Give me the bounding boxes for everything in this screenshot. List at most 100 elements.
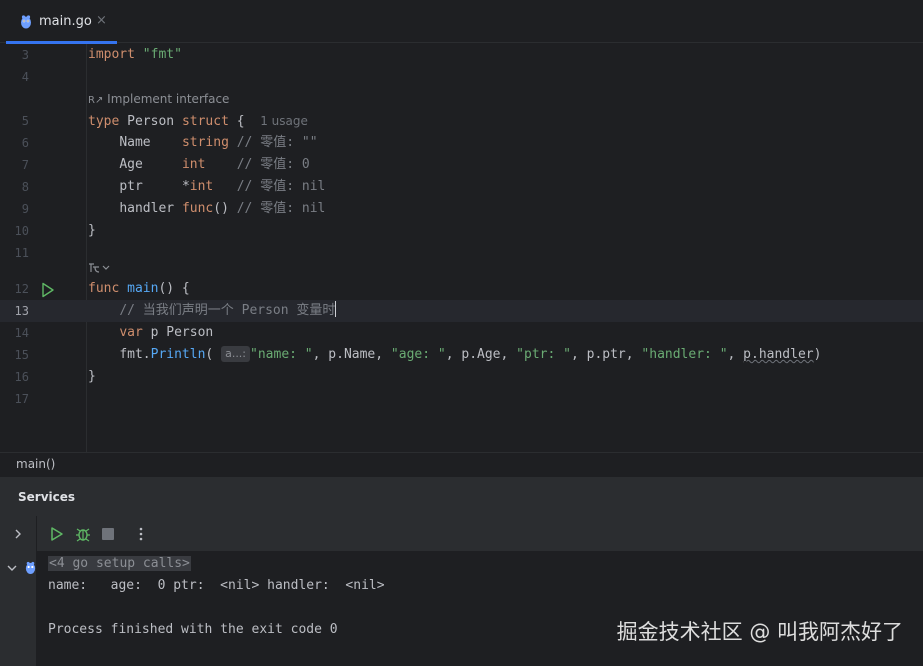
code-comment: // 零值: nil bbox=[236, 201, 326, 216]
code-line-current[interactable]: 13 // 当我们声明一个 Person 变量时 bbox=[0, 300, 923, 322]
code-token: "name: " bbox=[250, 347, 313, 362]
code-token-warning: p.handler bbox=[743, 347, 814, 362]
code-token: string bbox=[181, 135, 229, 150]
line-number: 16 bbox=[14, 370, 29, 384]
code-line[interactable]: 15 fmt.Println( a...: "name: ", p.Name, "… bbox=[0, 344, 923, 366]
usage-hint[interactable]: 1 usage bbox=[260, 114, 308, 128]
breadcrumb: main() bbox=[0, 452, 923, 476]
code-token: type bbox=[88, 114, 120, 129]
watermark: 掘金技术社区 @ 叫我阿杰好了 bbox=[616, 620, 903, 644]
code-line[interactable]: 5 type Person struct { 1 usage bbox=[0, 110, 923, 132]
code-editor[interactable]: 3 import "fmt" 4 R↗ Implement interface … bbox=[0, 44, 923, 452]
more-options-icon[interactable] bbox=[133, 526, 149, 542]
code-token: p Person bbox=[150, 325, 214, 340]
code-line[interactable]: 14 var p Person bbox=[0, 322, 923, 344]
code-token: Age bbox=[119, 157, 143, 172]
code-line[interactable]: 8 ptr *int // 零值: nil bbox=[0, 176, 923, 198]
line-number: 12 bbox=[14, 282, 29, 296]
code-token: Person bbox=[127, 114, 175, 129]
line-number: 9 bbox=[21, 202, 29, 216]
code-line[interactable]: 10 } bbox=[0, 220, 923, 242]
code-token: Name bbox=[119, 135, 151, 150]
code-token: "age: " bbox=[390, 347, 446, 362]
services-tree-strip bbox=[0, 516, 37, 666]
code-token: , p.Age, bbox=[445, 347, 517, 362]
code-token: func bbox=[181, 201, 214, 216]
code-line[interactable]: 17 bbox=[0, 388, 923, 410]
line-number: 4 bbox=[21, 70, 29, 84]
stop-icon[interactable] bbox=[102, 528, 114, 540]
line-number: 6 bbox=[21, 136, 29, 150]
console-line: name: age: 0 ptr: <nil> handler: <nil> bbox=[48, 578, 385, 593]
code-line[interactable]: 6 Name string // 零值: "" bbox=[0, 132, 923, 154]
close-icon[interactable]: × bbox=[96, 13, 107, 28]
code-comment: // 零值: "" bbox=[236, 135, 318, 150]
code-line[interactable]: 16 } bbox=[0, 366, 923, 388]
code-line[interactable]: 4 bbox=[0, 66, 923, 88]
code-token: int bbox=[189, 179, 214, 194]
code-line[interactable]: 11 bbox=[0, 242, 923, 264]
code-token: "fmt" bbox=[142, 47, 182, 62]
code-comment: // 零值: nil bbox=[236, 179, 326, 194]
parameter-hint: a...: bbox=[221, 346, 251, 362]
code-token: () { bbox=[158, 281, 190, 296]
implement-interface-lens[interactable]: R↗ Implement interface bbox=[88, 89, 229, 111]
line-number: 15 bbox=[14, 348, 29, 362]
code-token: ptr bbox=[119, 179, 143, 194]
code-token: handler bbox=[119, 201, 175, 216]
code-line[interactable]: 9 handler func() // 零值: nil bbox=[0, 198, 923, 220]
chevron-down-icon bbox=[89, 263, 110, 273]
line-number: 5 bbox=[21, 114, 29, 128]
code-token: * bbox=[181, 179, 190, 194]
services-toolbar bbox=[37, 516, 923, 552]
line-number: 11 bbox=[14, 246, 29, 260]
code-token: } bbox=[88, 369, 96, 384]
editor-tab-bar: main.go × bbox=[0, 0, 923, 44]
tab-label: main.go bbox=[39, 14, 92, 29]
code-token: ) bbox=[813, 347, 822, 362]
go-setup-calls-fold[interactable]: <4 go setup calls> bbox=[48, 556, 191, 571]
services-panel-header: Services bbox=[0, 476, 923, 516]
tab-main-go[interactable]: main.go × bbox=[6, 0, 117, 44]
code-token: func bbox=[88, 281, 120, 296]
console-output[interactable]: <4 go setup calls> name: age: 0 ptr: <ni… bbox=[37, 552, 923, 666]
text-caret bbox=[335, 301, 337, 317]
code-line[interactable]: 3 import "fmt" bbox=[0, 44, 923, 66]
code-token: var bbox=[119, 325, 143, 340]
console-line: <4 go setup calls> bbox=[48, 553, 191, 575]
code-token: , p.Name, bbox=[312, 347, 391, 362]
code-token: fmt. bbox=[119, 347, 151, 362]
code-vision-lens[interactable] bbox=[88, 260, 110, 280]
go-gopher-icon bbox=[21, 15, 31, 29]
debug-icon[interactable] bbox=[75, 526, 91, 542]
run-icon[interactable] bbox=[49, 526, 65, 542]
code-token: "ptr: " bbox=[516, 347, 571, 362]
code-token: () bbox=[213, 201, 229, 216]
code-token: ( bbox=[205, 347, 214, 362]
code-line[interactable]: 12 func main() { bbox=[0, 278, 923, 300]
code-token: { bbox=[236, 114, 245, 129]
breadcrumb-item-main[interactable]: main() bbox=[16, 457, 55, 471]
code-token: int bbox=[181, 157, 206, 172]
line-number: 17 bbox=[14, 392, 29, 406]
services-title: Services bbox=[18, 490, 76, 504]
code-token: main bbox=[127, 281, 159, 296]
code-comment: // 当我们声明一个 Person 变量时 bbox=[119, 303, 336, 318]
code-line[interactable]: 7 Age int // 零值: 0 bbox=[0, 154, 923, 176]
chevron-down-icon[interactable] bbox=[6, 563, 18, 573]
line-number: 3 bbox=[21, 48, 29, 62]
chevron-right-icon[interactable] bbox=[13, 528, 23, 540]
code-token: , p.ptr, bbox=[570, 347, 642, 362]
line-number: 10 bbox=[14, 224, 29, 238]
code-token: , bbox=[727, 347, 744, 362]
code-token: } bbox=[88, 223, 96, 238]
line-number: 13 bbox=[14, 304, 29, 318]
line-number: 8 bbox=[21, 180, 29, 194]
implement-icon: R↗ bbox=[88, 95, 104, 106]
go-gopher-icon bbox=[25, 561, 36, 574]
code-token: import bbox=[88, 47, 135, 62]
line-number: 14 bbox=[14, 326, 29, 340]
implement-interface-label: Implement interface bbox=[107, 92, 230, 106]
code-token: struct bbox=[181, 114, 229, 129]
line-number: 7 bbox=[21, 158, 29, 172]
